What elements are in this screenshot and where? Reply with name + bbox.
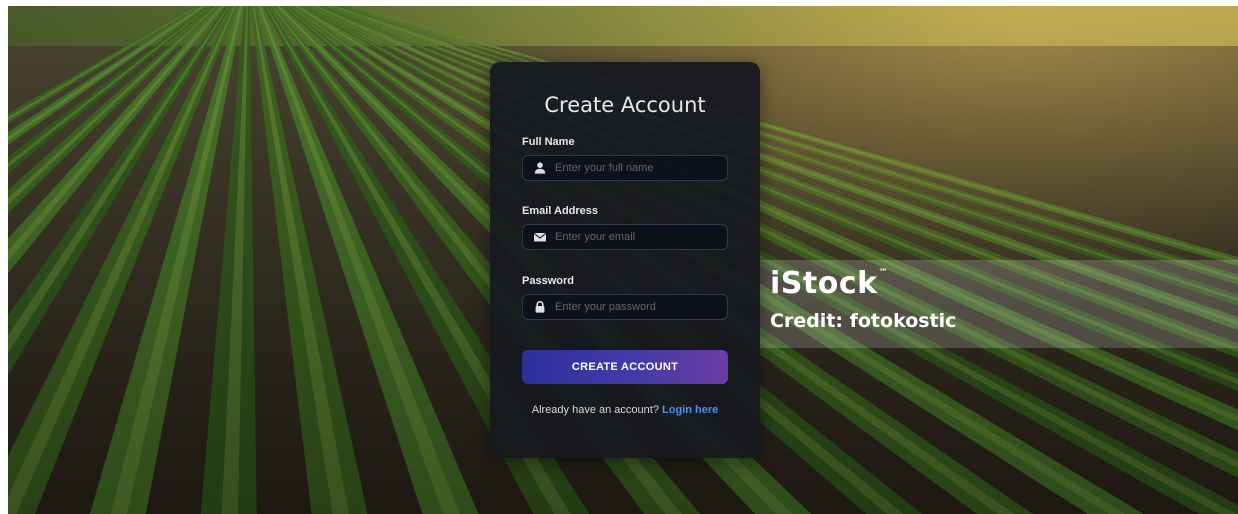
full-name-input[interactable] — [555, 158, 721, 178]
email-input[interactable] — [555, 227, 721, 247]
stock-watermark: iStock™ Credit: fotokostic — [760, 260, 1238, 348]
page-title: Create Account — [544, 93, 706, 117]
watermark-brand: iStock™ — [770, 266, 889, 301]
password-label: Password — [522, 275, 574, 287]
password-input[interactable] — [555, 297, 721, 317]
email-field[interactable] — [522, 224, 728, 250]
user-icon — [534, 162, 546, 174]
lock-icon — [535, 300, 545, 313]
envelope-icon — [533, 232, 547, 242]
login-prompt: Already have an account? Login here — [522, 402, 728, 418]
login-prompt-text: Already have an account? — [531, 404, 659, 416]
email-label: Email Address — [522, 205, 599, 217]
page-frame: iStock™ Credit: fotokostic Create Accoun… — [8, 6, 1238, 514]
full-name-field[interactable] — [522, 155, 728, 181]
password-field[interactable] — [522, 294, 728, 320]
create-account-button[interactable]: CREATE ACCOUNT — [522, 350, 728, 384]
login-link[interactable]: Login here — [662, 404, 718, 416]
full-name-label: Full Name — [522, 136, 575, 148]
signup-card: Create Account Full Name Email Address P… — [490, 62, 760, 458]
watermark-credit: Credit: fotokostic — [770, 310, 957, 332]
